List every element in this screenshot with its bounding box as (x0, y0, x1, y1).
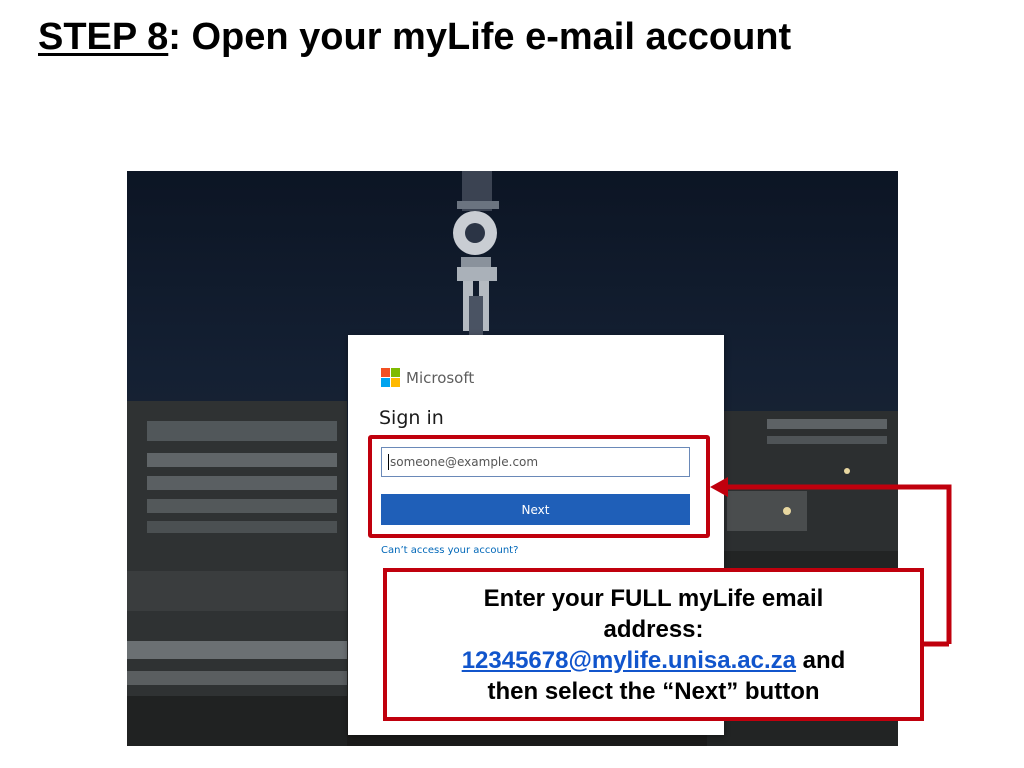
callout-and: and (795, 646, 846, 674)
example-email-link[interactable]: 12345678@mylife.unisa.ac.za (462, 647, 796, 674)
callout-line-1: Enter your FULL myLife email (483, 584, 824, 612)
callout-line-4: then select the “Next” button (487, 677, 820, 705)
instruction-callout: Enter your FULL myLife email address: 12… (383, 568, 924, 721)
callout-line-3: 12345678@mylife.unisa.ac.za and (462, 645, 846, 676)
callout-line-2: address: (603, 615, 704, 643)
